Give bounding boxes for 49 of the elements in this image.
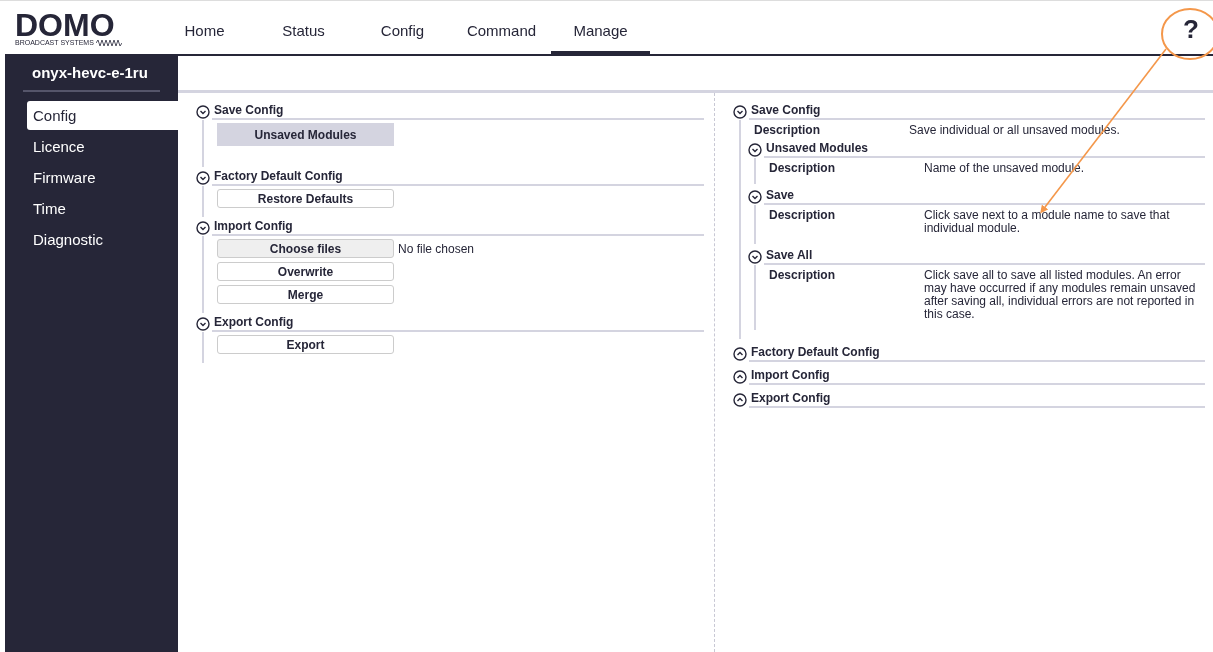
section-title: Export Config: [212, 315, 704, 332]
collapse-icon[interactable]: [196, 316, 210, 331]
choose-files-button[interactable]: Choose files: [217, 239, 394, 258]
description-label: Description: [769, 269, 836, 284]
section-title: Save Config: [749, 103, 1205, 120]
collapse-icon[interactable]: [196, 170, 210, 185]
section-title: Factory Default Config: [212, 169, 704, 186]
collapse-icon[interactable]: [733, 104, 747, 119]
sidebar-item[interactable]: Diagnostic: [27, 225, 178, 254]
section-title: Save: [764, 188, 1205, 205]
collapse-icon[interactable]: [748, 142, 762, 157]
nav-tab[interactable]: Manage: [551, 4, 650, 54]
device-name: onyx-hevc-e-1ru: [23, 64, 160, 92]
description-label: Description: [769, 162, 836, 175]
section-title: Import Config: [749, 368, 1205, 385]
section-title: Save Config: [212, 103, 704, 120]
collapse-icon[interactable]: [196, 104, 210, 119]
action-button[interactable]: Export: [217, 335, 394, 354]
nav-tab[interactable]: Home: [155, 4, 254, 54]
section-title: Save All: [764, 248, 1205, 265]
description-text: Click save next to a module name to save that individual module.: [924, 209, 1171, 235]
sidebar-item[interactable]: Config: [27, 101, 178, 130]
logo-wordmark: DOMO: [15, 11, 115, 39]
expand-icon[interactable]: [733, 392, 747, 407]
description-label: Description: [754, 124, 821, 137]
sidebar-item[interactable]: Time: [27, 194, 178, 223]
expand-icon[interactable]: [733, 369, 747, 384]
collapse-icon[interactable]: [748, 249, 762, 264]
sidebar-item[interactable]: Licence: [27, 132, 178, 161]
collapse-icon[interactable]: [196, 220, 210, 235]
sidebar-item[interactable]: Firmware: [27, 163, 178, 192]
action-button[interactable]: Merge: [217, 285, 394, 304]
description-label: Description: [769, 209, 836, 224]
nav-tab[interactable]: Status: [254, 4, 353, 54]
tab-button[interactable]: Unsaved Modules: [217, 123, 394, 146]
section-title: Unsaved Modules: [764, 141, 1205, 158]
section-title: Import Config: [212, 219, 704, 236]
collapse-icon[interactable]: [748, 189, 762, 204]
action-button[interactable]: Restore Defaults: [217, 189, 394, 208]
action-button[interactable]: Overwrite: [217, 262, 394, 281]
nav-tab[interactable]: Config: [353, 4, 452, 54]
wave-icon: [95, 40, 122, 46]
expand-icon[interactable]: [733, 346, 747, 361]
nav-tab[interactable]: Command: [452, 4, 551, 54]
section-title: Export Config: [749, 391, 1205, 408]
file-status: No file chosen: [398, 241, 475, 256]
help-button[interactable]: ?: [1183, 16, 1199, 42]
description-text: Click save all to save all listed modules. An error may have occurred if any modules remain unsaved after saving all, individual errors are not reported in this case.: [924, 269, 1197, 321]
section-title: Factory Default Config: [749, 345, 1205, 362]
